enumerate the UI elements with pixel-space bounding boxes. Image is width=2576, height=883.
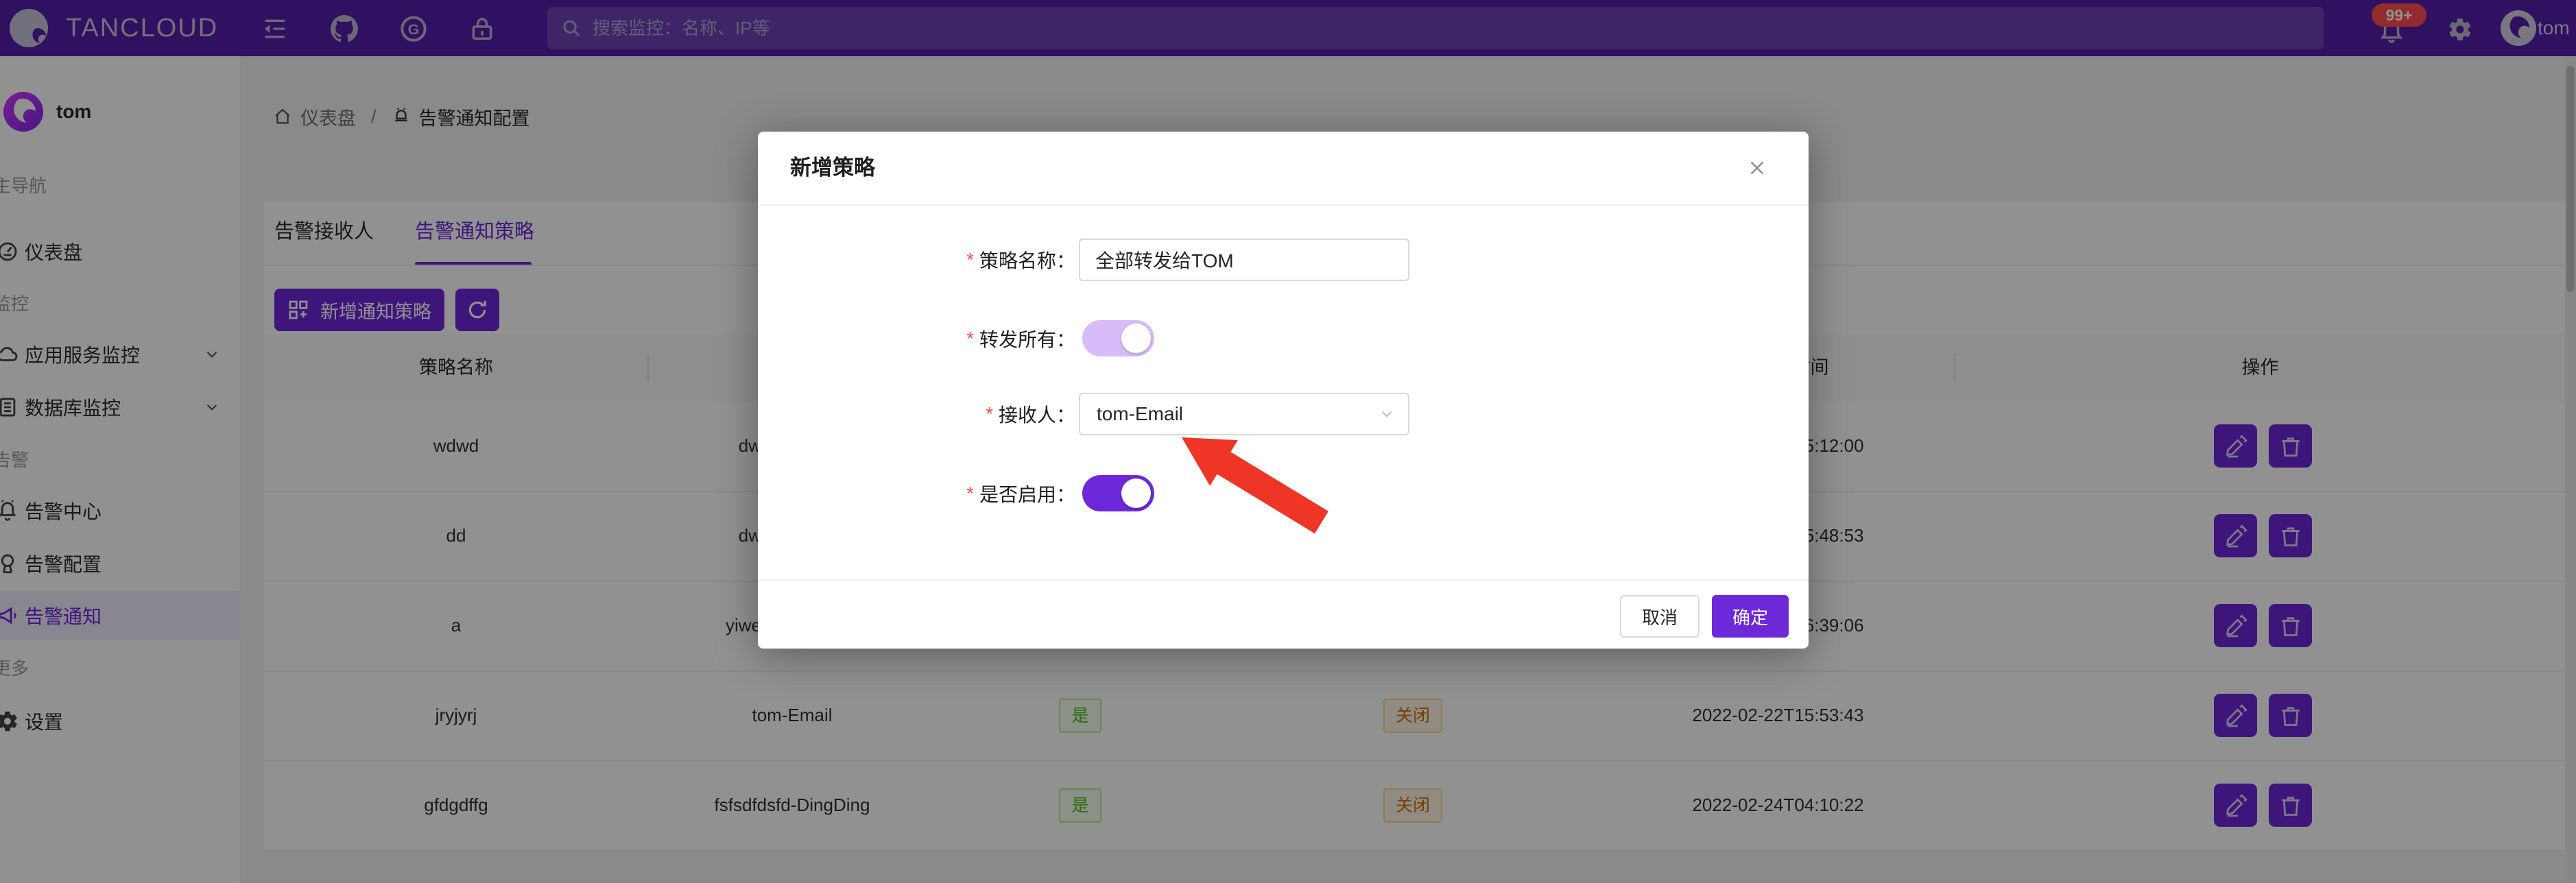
forward-all-label: * 转发所有：: [826, 320, 1075, 356]
required-mark: *: [966, 249, 974, 271]
chevron-down-icon: [1378, 405, 1396, 423]
annotation-arrow-icon: [1178, 433, 1339, 543]
app-root: TANCLOUD G 99+ tom: [0, 0, 2576, 883]
modal-title: 新增策略: [790, 132, 875, 204]
toggle-knob: [1121, 479, 1151, 508]
enabled-label: * 是否启用：: [826, 475, 1075, 511]
close-icon[interactable]: [1745, 156, 1769, 180]
recipient-select-value: tom-Email: [1097, 403, 1183, 425]
required-mark: *: [966, 483, 974, 505]
add-policy-modal: 新增策略 * 策略名称： * 转发所有： * 接收人： tom-Email *: [758, 132, 1809, 649]
recipient-select[interactable]: tom-Email: [1079, 393, 1409, 435]
toggle-knob: [1121, 324, 1151, 353]
enabled-toggle[interactable]: [1082, 475, 1154, 511]
policy-name-input[interactable]: [1079, 239, 1409, 281]
required-mark: *: [966, 328, 974, 350]
cancel-button[interactable]: 取消: [1620, 595, 1700, 638]
recipient-label: * 接收人：: [826, 393, 1075, 435]
confirm-button[interactable]: 确定: [1712, 595, 1789, 638]
modal-header-divider: [758, 204, 1809, 206]
forward-all-toggle[interactable]: [1082, 320, 1154, 356]
modal-footer-divider: [758, 579, 1809, 581]
policy-name-label: * 策略名称：: [826, 239, 1075, 281]
required-mark: *: [986, 403, 993, 425]
